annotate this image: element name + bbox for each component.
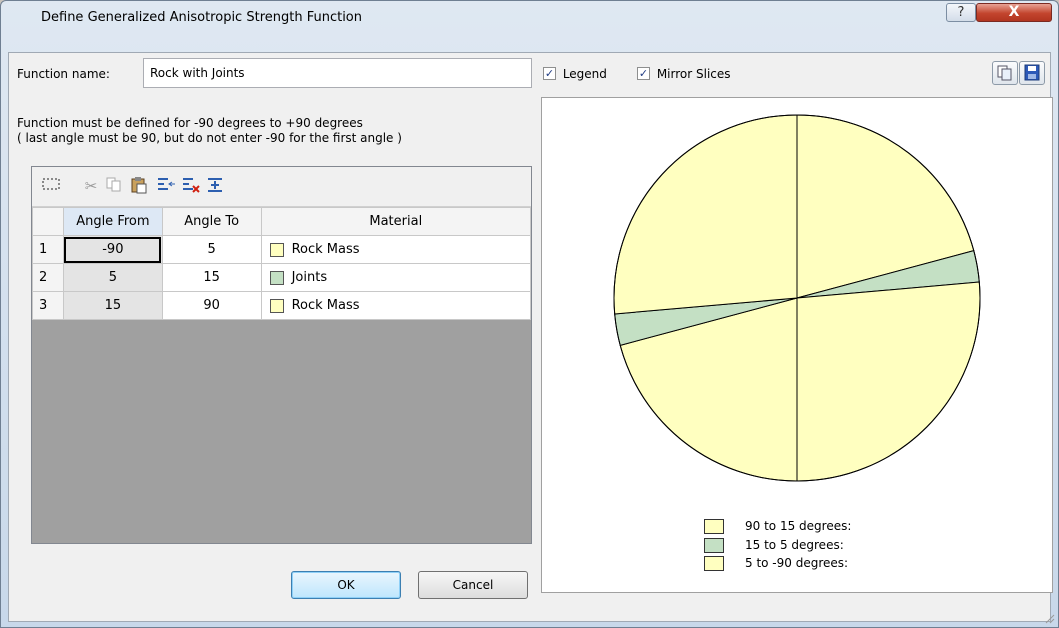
angle-from-cell[interactable]: 5 [62, 263, 163, 292]
material-color-swatch [269, 298, 284, 313]
select-all-icon[interactable] [41, 176, 61, 196]
column-header-angle-from[interactable]: Angle From [62, 207, 163, 236]
checkbox-checkmark-icon: ✓ [543, 67, 556, 80]
material-name: Rock Mass [291, 242, 360, 257]
legend-swatch [704, 556, 724, 571]
angle-grid: ✂ Angle From Angle To Material 1 -90 5 R… [31, 166, 532, 544]
table-row: 2 5 15 Joints [32, 263, 532, 292]
pie-chart-panel: 90 to 15 degrees: 15 to 5 degrees: 5 to … [541, 97, 1053, 593]
append-row-icon[interactable] [206, 176, 226, 196]
info-line-1: Function must be defined for -90 degrees… [17, 116, 363, 130]
angle-to-cell[interactable]: 90 [161, 291, 262, 320]
legend-swatch [704, 519, 724, 534]
material-color-swatch [269, 270, 284, 285]
legend-swatch [704, 538, 724, 553]
angle-table: Angle From Angle To Material 1 -90 5 Roc… [32, 207, 532, 320]
info-line-2: ( last angle must be 90, but do not ente… [17, 131, 402, 145]
pie-chart [613, 114, 981, 482]
close-button[interactable]: X [976, 3, 1052, 22]
grid-toolbar: ✂ [32, 167, 531, 207]
pie-slice [796, 281, 981, 482]
legend-label: Legend [562, 66, 607, 81]
pie-slice-mirror [613, 114, 798, 315]
copy-chart-button[interactable] [992, 61, 1018, 85]
delete-row-icon[interactable] [181, 176, 201, 196]
cancel-button[interactable]: Cancel [418, 571, 528, 599]
save-icon [1024, 64, 1040, 81]
cut-icon[interactable]: ✂ [81, 176, 101, 196]
copy-icon [997, 65, 1012, 81]
row-number[interactable]: 1 [32, 235, 64, 264]
legend-label: 15 to 5 degrees: [745, 538, 844, 552]
corner-header [32, 207, 64, 236]
table-header-row: Angle From Angle To Material [32, 207, 532, 236]
angle-from-cell[interactable]: 15 [62, 291, 163, 320]
table-row: 3 15 90 Rock Mass [32, 291, 532, 320]
legend-checkbox[interactable]: ✓ Legend [543, 66, 607, 81]
help-button[interactable]: ? [946, 3, 976, 22]
material-cell[interactable]: Joints [260, 263, 532, 292]
resize-grip-icon[interactable] [1043, 612, 1055, 624]
save-chart-button[interactable] [1019, 61, 1045, 85]
title-bar: Define Generalized Anisotropic Strength … [1, 1, 1058, 33]
copy-icon[interactable] [104, 176, 124, 196]
material-cell[interactable]: Rock Mass [260, 291, 532, 320]
row-number[interactable]: 3 [32, 291, 64, 320]
angle-from-cell[interactable]: -90 [62, 235, 163, 264]
mirror-slices-checkbox[interactable]: ✓ Mirror Slices [637, 66, 731, 81]
legend-label: 5 to -90 degrees: [745, 556, 849, 570]
material-cell[interactable]: Rock Mass [260, 235, 532, 264]
legend-label: 90 to 15 degrees: [745, 519, 852, 533]
angle-to-cell[interactable]: 15 [161, 263, 262, 292]
material-color-swatch [269, 242, 284, 257]
row-number[interactable]: 2 [32, 263, 64, 292]
insert-row-icon[interactable] [156, 176, 176, 196]
checkbox-checkmark-icon: ✓ [637, 67, 650, 80]
function-name-label: Function name: [17, 67, 110, 81]
window-title: Define Generalized Anisotropic Strength … [41, 10, 363, 25]
function-name-input[interactable] [143, 58, 532, 88]
material-name: Joints [291, 270, 328, 285]
ok-button[interactable]: OK [291, 571, 401, 599]
paste-icon[interactable] [129, 176, 149, 196]
mirror-slices-label: Mirror Slices [656, 66, 731, 81]
material-name: Rock Mass [291, 298, 360, 313]
angle-to-cell[interactable]: 5 [161, 235, 262, 264]
table-row: 1 -90 5 Rock Mass [32, 235, 532, 264]
column-header-material[interactable]: Material [260, 207, 532, 236]
column-header-angle-to[interactable]: Angle To [161, 207, 262, 236]
